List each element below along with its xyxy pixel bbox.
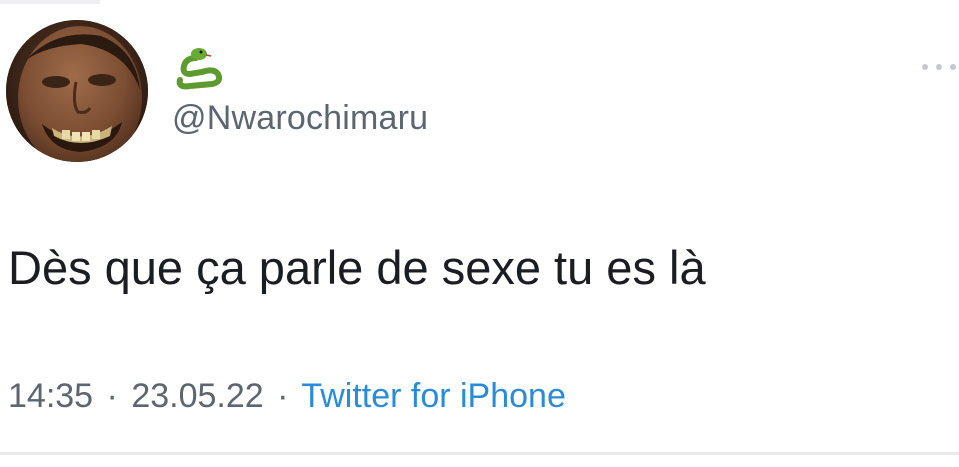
tweet-time[interactable]: 14:35 bbox=[8, 377, 93, 415]
divider bbox=[0, 452, 959, 455]
profile-avatar-icon[interactable] bbox=[6, 20, 148, 162]
tweet-source-link[interactable]: Twitter for iPhone bbox=[301, 377, 566, 415]
user-handle[interactable]: @Nwarochimaru bbox=[172, 98, 428, 138]
meta-separator: · bbox=[277, 377, 289, 415]
more-options-icon[interactable] bbox=[920, 56, 959, 76]
tweet-meta: 14:35 · 23.05.22 · Twitter for iPhone bbox=[8, 374, 566, 418]
meta-separator: · bbox=[106, 377, 118, 415]
display-name[interactable] bbox=[172, 44, 232, 92]
tweet-date[interactable]: 23.05.22 bbox=[131, 377, 263, 415]
snake-icon bbox=[176, 48, 223, 90]
top-edge bbox=[0, 0, 100, 4]
tweet-card: @Nwarochimaru Dès que ça parle de sexe t… bbox=[0, 0, 959, 467]
tweet-text: Dès que ça parle de sexe tu es là bbox=[8, 241, 706, 294]
